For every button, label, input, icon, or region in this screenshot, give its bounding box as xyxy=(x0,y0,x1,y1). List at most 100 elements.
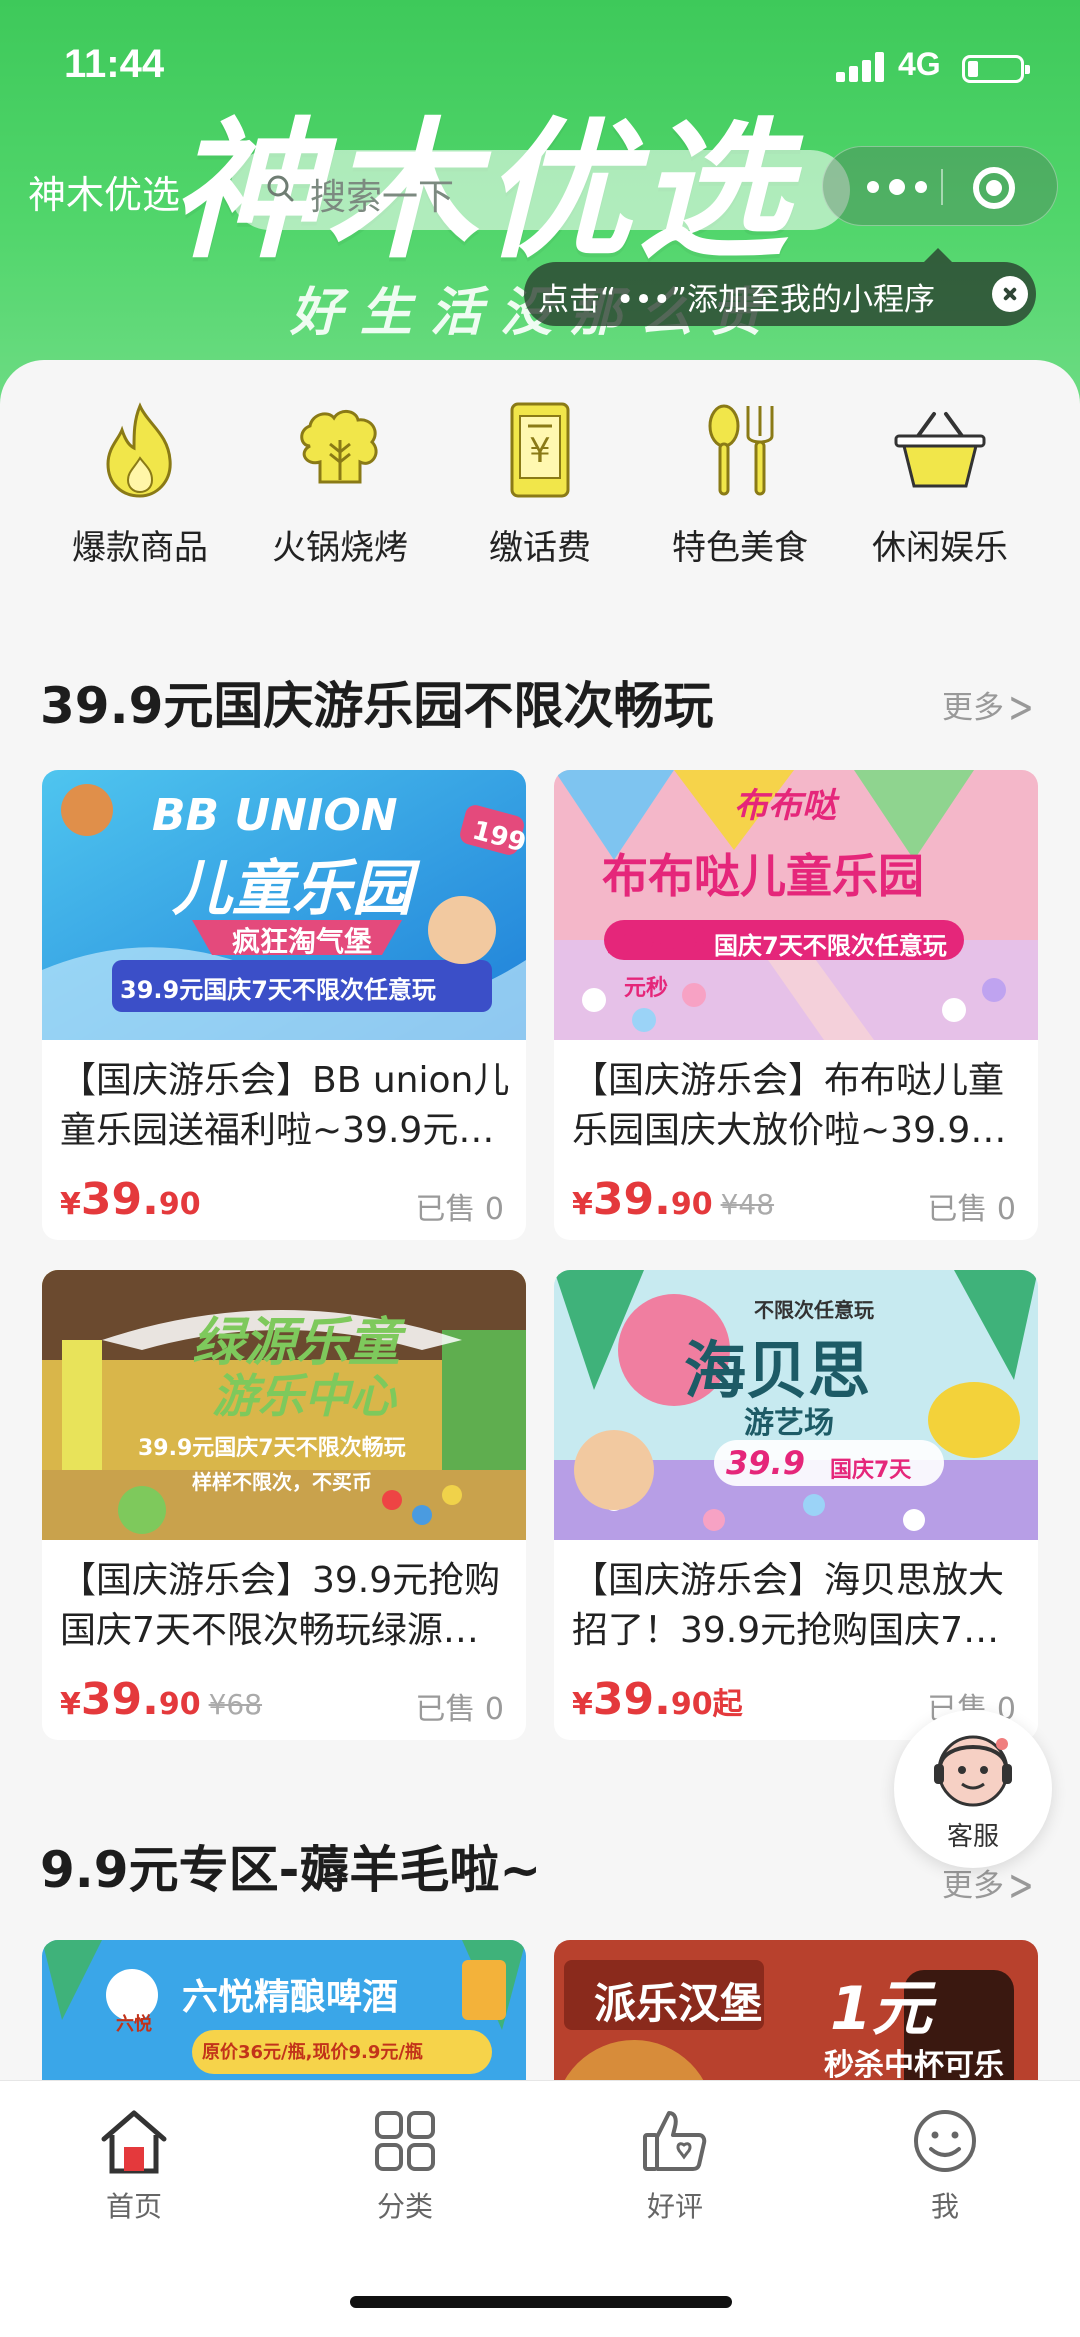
chevron-right-icon: > xyxy=(1008,1860,1034,1912)
customer-service-button[interactable]: 客服 xyxy=(894,1710,1052,1868)
product-image: 布布哒 布布哒儿童乐园 39.9 国庆7天不限次任意玩 元秒 xyxy=(554,770,1038,1040)
category-row: 爆款商品 火锅烧烤 ¥ 缴话费 特色美食 休闲娱乐 xyxy=(0,390,1080,580)
status-bar: 11:44 4G xyxy=(0,0,1080,130)
service-avatar-icon xyxy=(934,1735,1012,1807)
phone-bill-icon: ¥ xyxy=(510,402,570,498)
tab-home[interactable]: 首页 xyxy=(34,2105,234,2225)
thumbs-up-icon xyxy=(643,2111,707,2171)
miniprogram-capsule xyxy=(822,146,1058,226)
app-name: 神木优选 xyxy=(28,173,181,217)
category-hot-items[interactable]: 爆款商品 xyxy=(40,390,240,580)
poster-text: 布布哒儿童乐园 xyxy=(602,849,924,903)
category-label: 缴话费 xyxy=(489,528,591,568)
product-card[interactable]: 布布哒 布布哒儿童乐园 39.9 国庆7天不限次任意玩 元秒 【国庆游乐会】布布… xyxy=(554,770,1038,1240)
poster-text: 国庆7天 xyxy=(830,1458,912,1483)
section-more-link[interactable]: 更多 > xyxy=(942,1860,1034,1911)
product-title: 【国庆游乐会】BB union儿童乐园送福利啦~39.9元国庆7天不限次任意玩 xyxy=(60,1060,510,1151)
poster-text: 疯狂淘气堡 xyxy=(232,925,373,958)
service-label: 客服 xyxy=(946,1822,999,1852)
poster-text: 国庆7天不限次任意玩 xyxy=(714,932,947,960)
product-price: ¥39.90 xyxy=(60,1174,201,1225)
product-image: BB UNION 儿童乐园 疯狂淘气堡 39.9元国庆7天不限次任意玩 199 xyxy=(42,770,526,1040)
category-leisure[interactable]: 休闲娱乐 xyxy=(840,390,1040,580)
product-sold-count: 已售 0 xyxy=(927,1192,1016,1227)
category-label: 休闲娱乐 xyxy=(872,528,1008,568)
poster-text: 元秒 xyxy=(624,976,669,1001)
category-hotpot-bbq[interactable]: 火锅烧烤 xyxy=(240,390,440,580)
signal-icon xyxy=(836,52,888,82)
section-title: 9.9元专区-薅羊毛啦~ xyxy=(40,1841,542,1899)
tab-label: 首页 xyxy=(105,2190,162,2223)
search-icon xyxy=(267,175,294,202)
product-sold-count: 已售 0 xyxy=(415,1692,504,1727)
tip-text: 点击“•••”添加至我的小程序 xyxy=(538,282,935,318)
tip-close-icon[interactable] xyxy=(992,276,1028,312)
poster-text: BB UNION xyxy=(152,790,398,841)
header-banner: 神木优选 好生活没那么贵 11:44 4G 神木优选 搜索一下 点击“•••”添… xyxy=(0,0,1080,420)
category-local-food[interactable]: 特色美食 xyxy=(640,390,840,580)
search-input[interactable]: 搜索一下 xyxy=(230,150,850,230)
poster-text: 39.9 xyxy=(608,918,707,964)
product-card[interactable]: 派乐汉堡 1元 秒杀中杯可乐 xyxy=(554,1940,1038,2100)
section-more-link[interactable]: 更多 > xyxy=(942,682,1034,733)
poster-text: 样样不限次，不买币 xyxy=(192,1470,372,1494)
smiley-icon xyxy=(914,2110,976,2172)
grid-icon xyxy=(375,2111,435,2171)
poster-text: 39.9 xyxy=(726,1444,805,1482)
poster-text: 不限次任意玩 xyxy=(754,1298,874,1322)
poster-text: 游艺场 xyxy=(744,1406,834,1441)
poster-text: 39.9元国庆7天不限次畅玩 xyxy=(138,1436,406,1461)
tab-label: 我 xyxy=(930,2190,959,2223)
product-image: 六悦精酿啤酒 原价36元/瓶,现价9.9元/瓶 六悦 xyxy=(42,1940,526,2100)
more-dots-icon[interactable] xyxy=(843,147,953,227)
product-card[interactable]: 六悦精酿啤酒 原价36元/瓶,现价9.9元/瓶 六悦 xyxy=(42,1940,526,2100)
poster-text: 六悦 xyxy=(116,2014,152,2035)
chevron-right-icon: > xyxy=(1008,682,1034,734)
product-price: ¥39.90 ¥68 xyxy=(60,1674,263,1725)
poster-text: 39.9元国庆7天不限次任意玩 xyxy=(120,976,436,1004)
section-title: 39.9元国庆游乐园不限次畅玩 xyxy=(40,677,714,735)
fire-icon xyxy=(106,402,172,498)
product-card[interactable]: 不限次任意玩 海贝思 游艺场 39.9 国庆7天 【国庆游乐会】海贝思放大招了！… xyxy=(554,1270,1038,1740)
product-price: ¥39.90 ¥48 xyxy=(572,1174,775,1225)
more-label: 更多 xyxy=(942,690,1005,726)
basket-icon xyxy=(894,412,986,488)
close-miniprogram-icon[interactable] xyxy=(973,167,1015,209)
poster-text: 1元 xyxy=(830,1974,932,2044)
tab-category[interactable]: 分类 xyxy=(305,2105,505,2225)
tab-reviews[interactable]: 好评 xyxy=(575,2105,775,2225)
search-placeholder: 搜索一下 xyxy=(310,177,455,218)
product-image: 绿源乐童 游乐中心 39.9元国庆7天不限次畅玩 样样不限次，不买币 xyxy=(42,1270,526,1540)
home-indicator xyxy=(350,2296,732,2308)
product-sold-count: 已售 0 xyxy=(415,1192,504,1227)
network-label: 4G xyxy=(898,46,941,82)
poster-text: 派乐汉堡 xyxy=(594,1979,763,2028)
poster-text: 布布哒 xyxy=(734,786,836,826)
product-card[interactable]: 绿源乐童 游乐中心 39.9元国庆7天不限次畅玩 样样不限次，不买币 【国庆游乐… xyxy=(42,1270,526,1740)
category-label: 火锅烧烤 xyxy=(272,528,408,568)
home-icon xyxy=(101,2110,167,2174)
poster-text: 秒杀中杯可乐 xyxy=(824,2048,1004,2083)
product-title: 【国庆游乐会】布布哒儿童乐园国庆大放价啦~39.9元秒杀 xyxy=(572,1060,1007,1151)
hotpot-icon xyxy=(300,410,378,484)
product-image: 不限次任意玩 海贝思 游艺场 39.9 国庆7天 xyxy=(554,1270,1038,1540)
product-price: ¥39.90起 xyxy=(572,1674,743,1725)
product-card[interactable]: BB UNION 儿童乐园 疯狂淘气堡 39.9元国庆7天不限次任意玩 199 … xyxy=(42,770,526,1240)
battery-icon xyxy=(962,55,1030,83)
category-label: 特色美食 xyxy=(672,528,808,568)
product-title: 【国庆游乐会】39.9元抢购国庆7天不限次畅玩绿源乐童游乐中心 xyxy=(60,1560,501,1651)
product-title: 【国庆游乐会】海贝思放大招了！39.9元抢购国庆7天不限次任意玩 xyxy=(572,1560,1005,1651)
poster-text: 六悦精酿啤酒 xyxy=(182,1977,399,2018)
status-time: 11:44 xyxy=(64,42,165,86)
tab-label: 好评 xyxy=(646,2190,703,2223)
spoon-fork-icon xyxy=(708,404,774,496)
add-miniprogram-tip: 点击“•••”添加至我的小程序 xyxy=(524,248,1036,326)
poster-text: 游乐中心 xyxy=(212,1369,396,1423)
category-phone-bill[interactable]: ¥ 缴话费 xyxy=(440,390,640,580)
poster-text: 儿童乐园 xyxy=(172,854,412,924)
more-label: 更多 xyxy=(942,1868,1005,1904)
category-label: 爆款商品 xyxy=(72,528,208,568)
svg-text:¥: ¥ xyxy=(529,431,551,471)
tab-me[interactable]: 我 xyxy=(845,2105,1045,2225)
tab-label: 分类 xyxy=(376,2190,433,2223)
